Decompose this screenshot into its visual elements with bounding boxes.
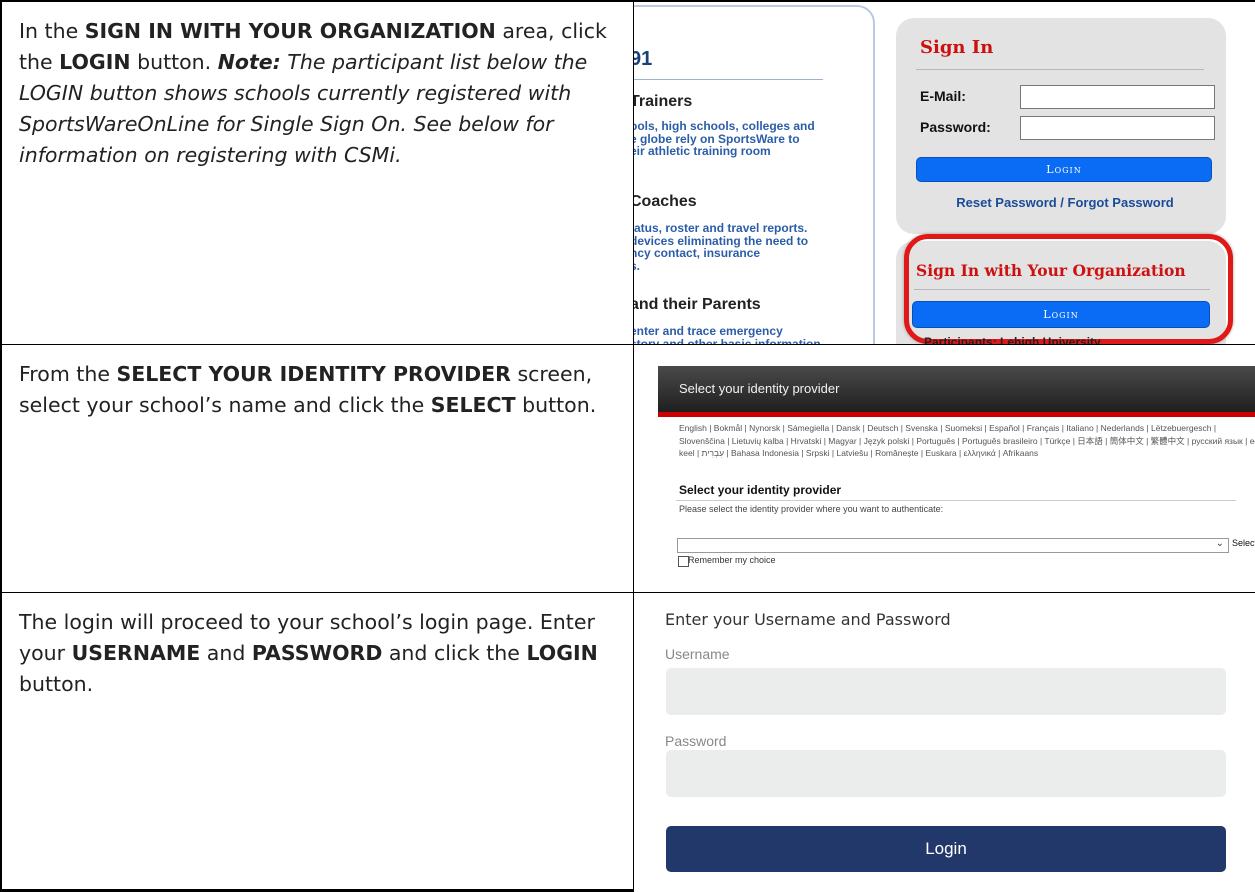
provider-heading: Select your identity provider [679,483,842,497]
email-field[interactable] [1020,85,1215,109]
chevron-down-icon: ⌄ [1215,538,1224,549]
info-panel-title: 91 [634,48,653,70]
language-line-1[interactable]: English | Bokmål | Nynorsk | Sámegiella … [679,422,1255,435]
sign-in-title: Sign In [920,37,994,58]
divider [916,69,1204,70]
section-heading-coaches: Coaches [634,193,697,210]
header-accent [658,412,1255,417]
login-button[interactable]: Login [916,157,1212,182]
provider-select[interactable]: ⌄ [677,538,1229,553]
login-button[interactable]: Login [666,826,1226,872]
section-heading-parents: and their Parents [634,296,761,313]
password-field[interactable] [1020,116,1215,140]
instruction-cell-1: In the SIGN IN WITH YOUR ORGANIZATION ar… [19,19,607,167]
password-label: Password [665,733,727,749]
instruction-cell-3: The login will proceed to your school’s … [19,610,598,696]
language-line-2[interactable]: Slovenščina | Lietuvių kalba | Hrvatski … [679,435,1255,448]
password-label: Password: [920,119,991,135]
username-field[interactable] [666,668,1226,715]
login-form-title: Enter your Username and Password [665,610,951,629]
reset-password-link[interactable]: Reset Password / Forgot Password [920,195,1210,210]
divider [634,79,823,80]
language-line-3[interactable]: keel | עִבְרִית | Bahasa Indonesia | Srp… [679,447,1255,460]
participants-text: Participants: Lehigh University [924,335,1101,344]
email-label: E-Mail: [920,88,966,104]
select-button[interactable]: Select [1232,538,1255,553]
instruction-cell-2: From the SELECT YOUR IDENTITY PROVIDER s… [19,362,597,417]
remember-label: Remember my choice [688,555,776,565]
header-title: Select your identity provider [679,381,840,396]
divider [676,500,1236,501]
section-heading-trainers: Trainers [634,93,693,110]
password-field[interactable] [666,750,1226,797]
username-label: Username [665,646,730,662]
info-panel: 91 Trainers ools, high schools, colleges… [634,5,875,344]
sign-in-panel: Sign In E-Mail: Password: Login Reset Pa… [896,18,1226,234]
section-text-trainers: ools, high schools, colleges and e globe… [634,119,815,158]
screenshot-school-login: Enter your Username and Password Usernam… [634,593,1255,892]
header-bar: Select your identity provider [658,366,1255,412]
screenshot-identity-provider: Select your identity provider English | … [658,366,1255,572]
screenshot-sportsware-signin: 91 Trainers ools, high schools, colleges… [634,2,1255,344]
section-text-coaches: tatus, roster and travel reports. device… [634,221,809,273]
provider-prompt: Please select the identity provider wher… [679,504,944,514]
language-list[interactable]: English | Bokmål | Nynorsk | Sámegiella … [679,422,1255,460]
section-text-parents: enter and trace emergency story and othe… [634,324,821,344]
highlight-ring [904,234,1233,344]
